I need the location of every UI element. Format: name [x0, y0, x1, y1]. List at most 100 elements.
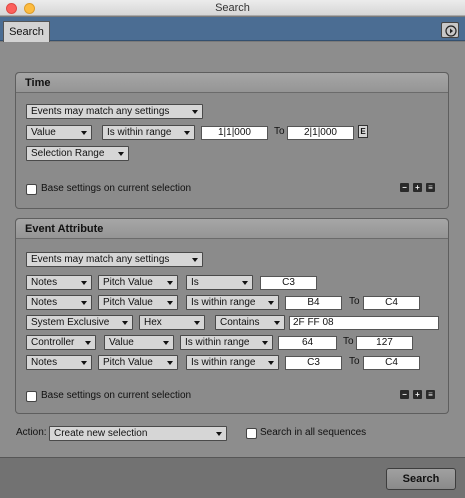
time-add-button[interactable]: +	[413, 183, 422, 192]
action-label: Action:	[16, 427, 47, 438]
search-content: Time Events may match any settings Value…	[0, 42, 465, 457]
event-row-value-field[interactable]: C3	[285, 356, 342, 370]
event-row-type-dropdown[interactable]: Notes	[26, 355, 92, 370]
event-row-op-dropdown[interactable]: Contains	[215, 315, 285, 330]
event-row-type-value: Notes	[31, 277, 58, 288]
time-base-selection-label: Base settings on current selection	[41, 183, 192, 194]
menu-icon: ≡	[428, 390, 433, 399]
event-row-op-dropdown[interactable]: Is within range	[186, 295, 279, 310]
tab-bar: Search	[0, 17, 465, 42]
event-row-type-dropdown[interactable]: Notes	[26, 275, 92, 290]
event-row-op-value: Is	[191, 277, 199, 288]
time-edit-button[interactable]: E	[358, 125, 368, 138]
search-all-sequences-label: Search in all sequences	[260, 427, 367, 438]
time-operator-dropdown[interactable]: Is within range	[102, 125, 195, 140]
event-row-op-value: Contains	[220, 317, 260, 328]
event-row-op-dropdown[interactable]: Is	[186, 275, 253, 290]
event-options-button[interactable]: ≡	[426, 390, 435, 399]
event-row-op-dropdown[interactable]: Is within range	[186, 355, 279, 370]
minus-icon: −	[402, 183, 407, 192]
event-row-attr-dropdown[interactable]: Pitch Value	[98, 275, 178, 290]
event-row-value2-field[interactable]: C4	[363, 356, 420, 370]
event-row-type-dropdown[interactable]: System Exclusive	[26, 315, 133, 330]
event-row-value2-field[interactable]: 127	[356, 336, 413, 350]
time-match-mode-value: Events may match any settings	[31, 106, 170, 117]
play-icon	[445, 25, 457, 37]
event-add-button[interactable]: +	[413, 390, 422, 399]
chevron-down-icon	[192, 258, 198, 262]
event-match-mode-dropdown[interactable]: Events may match any settings	[26, 252, 203, 267]
action-dropdown[interactable]: Create new selection	[49, 426, 227, 441]
chevron-down-icon	[268, 301, 274, 305]
chevron-down-icon	[167, 361, 173, 365]
time-field-dropdown[interactable]: Value	[26, 125, 92, 140]
event-row-attr-dropdown[interactable]: Value	[104, 335, 174, 350]
minimize-window-button[interactable]	[24, 3, 35, 14]
event-row-op-value: Is within range	[185, 337, 250, 348]
event-base-selection-checkbox[interactable]	[26, 391, 37, 402]
plus-icon: +	[415, 390, 420, 399]
time-range-source-value: Selection Range	[31, 148, 105, 159]
time-options-button[interactable]: ≡	[426, 183, 435, 192]
chevron-down-icon	[167, 301, 173, 305]
search-all-sequences-checkbox[interactable]	[246, 428, 257, 439]
event-row-attr-dropdown[interactable]: Pitch Value	[98, 295, 178, 310]
event-match-mode-value: Events may match any settings	[31, 254, 170, 265]
time-remove-button[interactable]: −	[400, 183, 409, 192]
event-row-attr-dropdown[interactable]: Pitch Value	[98, 355, 178, 370]
action-value: Create new selection	[54, 428, 148, 439]
chevron-down-icon	[167, 281, 173, 285]
chevron-down-icon	[81, 281, 87, 285]
event-row-type-value: Notes	[31, 297, 58, 308]
event-row-value2-field[interactable]: C4	[363, 296, 420, 310]
time-from-field[interactable]: 1|1|000	[201, 126, 268, 140]
event-row-value-field[interactable]: 2F FF 08	[289, 316, 439, 330]
chevron-down-icon	[242, 281, 248, 285]
time-to-field[interactable]: 2|1|000	[287, 126, 354, 140]
event-row-op-value: Is within range	[191, 357, 256, 368]
window-title: Search	[215, 2, 250, 14]
time-to-label: To	[274, 126, 285, 137]
event-row-type-dropdown[interactable]: Controller	[26, 335, 96, 350]
chevron-down-icon	[184, 131, 190, 135]
tab-search[interactable]: Search	[3, 21, 50, 42]
chevron-down-icon	[268, 361, 274, 365]
event-row-attr-dropdown[interactable]: Hex	[139, 315, 205, 330]
search-button[interactable]: Search	[386, 468, 456, 490]
chevron-down-icon	[81, 301, 87, 305]
play-button[interactable]	[441, 22, 459, 38]
time-match-mode-dropdown[interactable]: Events may match any settings	[26, 104, 203, 119]
footer-bar: Search	[0, 457, 465, 498]
event-row-type-value: Notes	[31, 357, 58, 368]
event-row-attr-value: Pitch Value	[103, 357, 153, 368]
event-base-selection-label: Base settings on current selection	[41, 390, 192, 401]
chevron-down-icon	[118, 152, 124, 156]
title-bar: Search	[0, 0, 465, 16]
chevron-down-icon	[192, 110, 198, 114]
time-range-source-dropdown[interactable]: Selection Range	[26, 146, 129, 161]
menu-icon: ≡	[428, 183, 433, 192]
chevron-down-icon	[81, 361, 87, 365]
event-row-value-field[interactable]: C3	[260, 276, 317, 290]
event-row-type-value: System Exclusive	[31, 317, 110, 328]
chevron-down-icon	[274, 321, 280, 325]
time-panel-title: Time	[16, 73, 448, 93]
event-row-to-label: To	[343, 336, 354, 347]
event-row-value-field[interactable]: B4	[285, 296, 342, 310]
chevron-down-icon	[163, 341, 169, 345]
event-row-value-field[interactable]: 64	[278, 336, 337, 350]
chevron-down-icon	[216, 432, 222, 436]
event-row-op-value: Is within range	[191, 297, 256, 308]
chevron-down-icon	[122, 321, 128, 325]
event-attribute-panel-title: Event Attribute	[16, 219, 448, 239]
event-remove-button[interactable]: −	[400, 390, 409, 399]
plus-icon: +	[415, 183, 420, 192]
time-operator-value: Is within range	[107, 127, 172, 138]
time-base-selection-checkbox[interactable]	[26, 184, 37, 195]
close-window-button[interactable]	[6, 3, 17, 14]
event-row-type-value: Controller	[31, 337, 75, 348]
event-row-op-dropdown[interactable]: Is within range	[180, 335, 273, 350]
time-panel: Time Events may match any settings Value…	[15, 72, 449, 209]
event-row-attr-value: Pitch Value	[103, 277, 153, 288]
event-row-type-dropdown[interactable]: Notes	[26, 295, 92, 310]
